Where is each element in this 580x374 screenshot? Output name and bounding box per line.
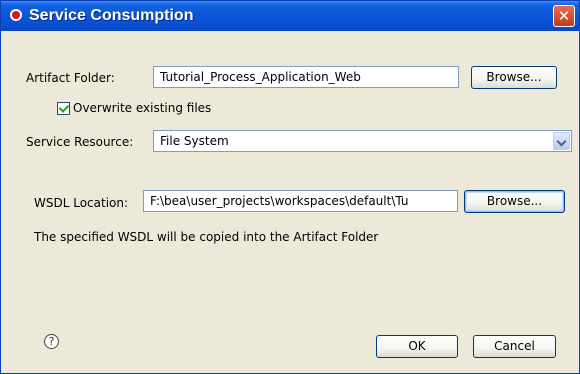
cancel-button[interactable]: Cancel	[473, 335, 556, 358]
title-bar: Service Consumption ✕	[1, 1, 579, 31]
wsdl-note: The specified WSDL will be copied into t…	[34, 230, 379, 244]
overwrite-checkbox[interactable]	[57, 102, 70, 115]
service-resource-select[interactable]: File System	[153, 130, 572, 152]
service-resource-label: Service Resource:	[26, 135, 134, 149]
close-icon[interactable]: ✕	[553, 5, 575, 27]
overwrite-label: Overwrite existing files	[73, 101, 212, 115]
artifact-browse-button[interactable]: Browse...	[471, 66, 557, 89]
service-consumption-dialog: Service Consumption ✕ Artifact Folder: T…	[0, 0, 580, 374]
artifact-folder-field[interactable]: Tutorial_Process_Application_Web	[153, 66, 459, 88]
help-icon[interactable]: ?	[44, 334, 59, 349]
wsdl-location-field[interactable]: F:\bea\user_projects\workspaces\default\…	[143, 190, 458, 212]
dialog-title: Service Consumption	[29, 7, 194, 24]
artifact-folder-label: Artifact Folder:	[26, 71, 115, 85]
wsdl-location-label: WSDL Location:	[34, 196, 129, 210]
service-resource-value: File System	[160, 134, 229, 148]
wsdl-browse-button[interactable]: Browse...	[464, 190, 565, 213]
ok-button[interactable]: OK	[376, 335, 458, 358]
chevron-down-icon[interactable]	[553, 132, 570, 150]
oracle-icon	[10, 9, 22, 21]
